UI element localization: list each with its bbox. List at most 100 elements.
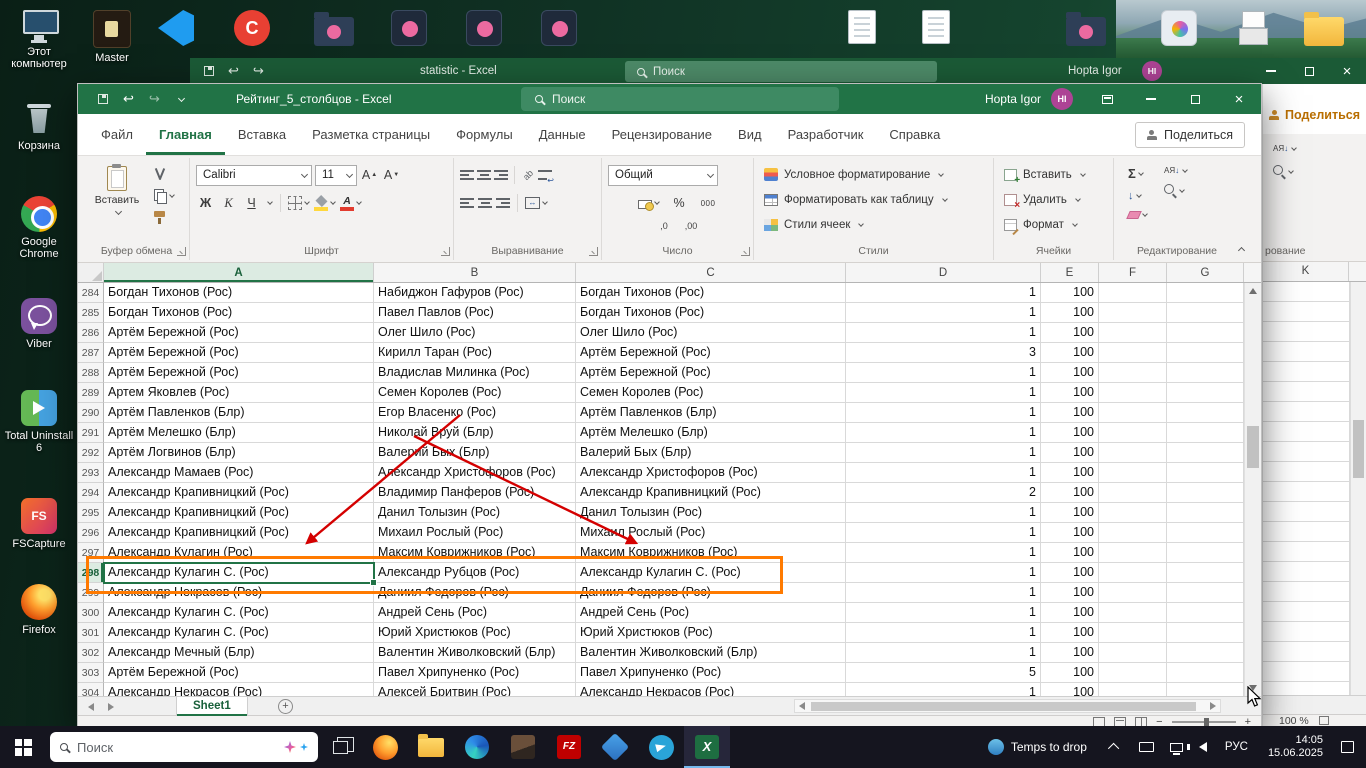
bold-button[interactable]: Ж [196, 193, 215, 213]
desktop-icon-document-1[interactable] [830, 10, 894, 49]
sort-filter-button[interactable] [1164, 166, 1188, 175]
row-header-300[interactable]: 300 [78, 603, 104, 623]
cell[interactable] [1099, 283, 1167, 303]
align-middle-button[interactable] [477, 169, 491, 181]
format-painter-button[interactable] [154, 211, 183, 225]
tray-app-temps[interactable]: Temps to drop [976, 726, 1099, 768]
cell[interactable] [1099, 343, 1167, 363]
cell[interactable] [1099, 563, 1167, 583]
cell[interactable] [1167, 603, 1244, 623]
cell[interactable]: Богдан Тихонов (Рос) [104, 283, 374, 303]
wrap-text-button[interactable] [538, 169, 554, 185]
taskbar-app-edge[interactable] [454, 726, 500, 768]
cell[interactable]: 1 [846, 583, 1041, 603]
row-header-301[interactable]: 301 [78, 623, 104, 643]
scroll-right-button[interactable] [1206, 702, 1220, 710]
column-header-k[interactable]: K [1263, 262, 1349, 281]
column-header-f[interactable]: F [1099, 263, 1167, 282]
cell[interactable]: 1 [846, 283, 1041, 303]
sheet-nav-left[interactable] [88, 702, 94, 714]
cell[interactable]: Артём Павленков (Блр) [104, 403, 374, 423]
cell[interactable]: Даниил Федоров (Рос) [374, 583, 576, 603]
sort-filter-button[interactable] [1273, 144, 1366, 153]
cell[interactable]: Артём Логвинов (Блр) [104, 443, 374, 463]
scrollbar-thumb[interactable] [1247, 426, 1259, 468]
cell[interactable]: 1 [846, 463, 1041, 483]
cell[interactable]: Богдан Тихонов (Рос) [576, 303, 846, 323]
underline-button[interactable]: Ч [242, 193, 261, 213]
cell[interactable]: Валерий Бых (Блр) [374, 443, 576, 463]
cell[interactable]: 1 [846, 303, 1041, 323]
cell[interactable]: 2 [846, 483, 1041, 503]
conditional-formatting-button[interactable]: Условное форматирование [760, 162, 987, 187]
cell[interactable]: Даниил Федоров (Рос) [576, 583, 846, 603]
tab-review[interactable]: Рецензирование [599, 114, 725, 155]
cell[interactable] [1167, 503, 1244, 523]
cell[interactable]: Артём Бережной (Рос) [104, 363, 374, 383]
cell[interactable] [1167, 623, 1244, 643]
cell[interactable]: 1 [846, 563, 1041, 583]
cell[interactable] [1167, 563, 1244, 583]
fill-button[interactable]: ↓ [1128, 190, 1148, 202]
cell[interactable]: Максим Коврижников (Рос) [374, 543, 576, 563]
minimize-button[interactable] [1252, 58, 1290, 84]
close-button[interactable]: × [1217, 84, 1261, 114]
cell[interactable] [1099, 623, 1167, 643]
desktop-icon-ccleaner[interactable] [220, 10, 284, 51]
cell[interactable] [1167, 303, 1244, 323]
cell[interactable]: Александр Христофоров (Рос) [374, 463, 576, 483]
cell[interactable]: Владислав Милинка (Рос) [374, 363, 576, 383]
volume-icon[interactable] [1186, 742, 1207, 752]
cell[interactable] [1099, 363, 1167, 383]
cell[interactable]: Артем Яковлев (Рос) [104, 383, 374, 403]
tab-data[interactable]: Данные [526, 114, 599, 155]
delete-cells-button[interactable]: Удалить [1000, 187, 1107, 212]
avatar[interactable]: HI [1142, 61, 1162, 81]
customize-qat-chevron[interactable] [177, 94, 185, 102]
avatar[interactable]: HI [1051, 88, 1073, 110]
desktop-icon-vscode[interactable] [144, 10, 208, 51]
maximize-button[interactable] [1290, 58, 1328, 84]
cell[interactable] [1099, 403, 1167, 423]
cell[interactable] [1167, 483, 1244, 503]
desktop-icon-postgres-app-2[interactable] [452, 10, 516, 51]
align-left-button[interactable] [460, 197, 474, 209]
align-right-button[interactable] [496, 197, 510, 209]
row-header-296[interactable]: 296 [78, 523, 104, 543]
action-center-icon[interactable] [1341, 741, 1354, 753]
desktop-icon-viber[interactable]: Viber [2, 298, 76, 350]
cell[interactable]: 1 [846, 363, 1041, 383]
row-header-286[interactable]: 286 [78, 323, 104, 343]
undo-icon[interactable]: ↩ [228, 63, 239, 79]
desktop-icon-postgres-folder-1[interactable] [302, 10, 366, 51]
column-header-a[interactable]: A [104, 263, 374, 282]
row-header-299[interactable]: 299 [78, 583, 104, 603]
taskbar-search[interactable]: Поиск [50, 732, 318, 762]
cell[interactable]: Богдан Тихонов (Рос) [576, 283, 846, 303]
taskbar-app-filezilla[interactable] [546, 726, 592, 768]
cell[interactable]: Александр Крапивницкий (Рос) [104, 523, 374, 543]
background-share-button[interactable]: Поделиться [1263, 84, 1366, 134]
cell[interactable]: 1 [846, 423, 1041, 443]
decrease-decimal-button[interactable]: ,00 [682, 216, 701, 236]
number-format-select[interactable]: Общий [608, 164, 718, 186]
cell[interactable]: 100 [1041, 503, 1099, 523]
desktop-icon-total-uninstall[interactable]: Total Uninstall 6 [2, 390, 76, 454]
tab-insert[interactable]: Вставка [225, 114, 299, 155]
cell[interactable]: Александр Кулагин (Рос) [104, 543, 374, 563]
cell[interactable] [1099, 683, 1167, 696]
cell[interactable]: 100 [1041, 603, 1099, 623]
cell[interactable]: Артём Бережной (Рос) [104, 343, 374, 363]
new-sheet-button[interactable]: + [278, 699, 293, 714]
horizontal-scrollbar[interactable] [794, 699, 1221, 713]
sheet-nav-right[interactable] [108, 702, 114, 714]
desktop-icon-recycle-bin[interactable]: Корзина [2, 100, 76, 152]
task-view-button[interactable] [318, 726, 362, 768]
font-size-select[interactable]: 11 [315, 164, 357, 186]
cell[interactable]: Олег Шило (Рос) [576, 323, 846, 343]
zoom-slider[interactable] [1171, 717, 1236, 726]
cell[interactable]: Александр Кулагин С. (Рос) [104, 603, 374, 623]
save-button[interactable] [98, 94, 108, 104]
column-header-c[interactable]: C [576, 263, 846, 282]
cell[interactable]: 1 [846, 323, 1041, 343]
